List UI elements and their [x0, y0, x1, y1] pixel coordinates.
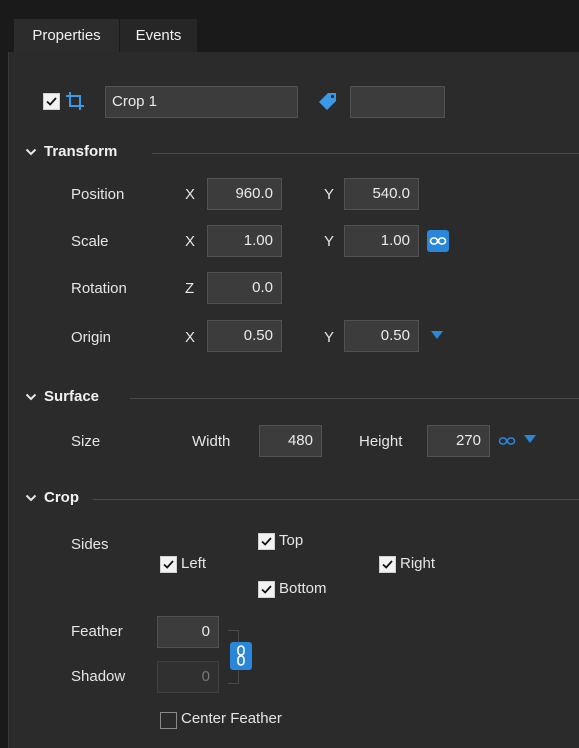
crop-left-label: Left — [181, 555, 207, 572]
tab-properties[interactable]: Properties — [14, 19, 119, 52]
scale-label: Scale — [71, 233, 109, 250]
position-x-input[interactable]: 960.0 — [207, 178, 282, 210]
surface-section-header[interactable]: Surface — [9, 388, 579, 408]
chevron-down-icon — [25, 494, 37, 502]
crop-right-label: Right — [400, 555, 436, 572]
origin-y-input[interactable]: 0.50 — [344, 320, 419, 352]
position-label: Position — [71, 186, 125, 203]
scale-x-input[interactable]: 1.00 — [207, 225, 282, 257]
chevron-down-icon — [25, 148, 37, 156]
height-input[interactable]: 270 — [427, 425, 490, 457]
sides-label: Sides — [71, 536, 109, 553]
surface-title: Surface — [44, 388, 100, 405]
tag-icon[interactable] — [317, 90, 339, 112]
position-y-input[interactable]: 540.0 — [344, 178, 419, 210]
scale-y-input[interactable]: 1.00 — [344, 225, 419, 257]
crop-top-checkbox[interactable] — [258, 533, 275, 550]
crop-section-header[interactable]: Crop — [9, 489, 579, 509]
origin-label: Origin — [71, 329, 112, 346]
origin-dropdown-icon[interactable] — [430, 330, 444, 340]
width-input[interactable]: 480 — [259, 425, 322, 457]
tab-events[interactable]: Events — [120, 19, 197, 52]
link-icon — [429, 237, 447, 245]
height-label: Height — [359, 433, 403, 450]
origin-x-axis: X — [185, 329, 196, 346]
origin-y-axis: Y — [324, 329, 335, 346]
size-dropdown-icon[interactable] — [523, 434, 537, 444]
scale-link-button[interactable] — [427, 230, 449, 252]
feather-shadow-link-button[interactable] — [230, 642, 252, 670]
divider — [130, 398, 579, 399]
scale-x-axis: X — [185, 233, 196, 250]
center-feather-checkbox[interactable] — [160, 712, 177, 729]
feather-input[interactable]: 0 — [157, 616, 219, 648]
rotation-z-input[interactable]: 0.0 — [207, 272, 282, 304]
rotation-label: Rotation — [71, 280, 127, 297]
shadow-label: Shadow — [71, 668, 126, 685]
width-label: Width — [192, 433, 231, 450]
aspect-link-icon[interactable] — [496, 430, 518, 452]
divider — [152, 153, 579, 154]
crop-bottom-checkbox[interactable] — [258, 581, 275, 598]
chevron-down-icon — [25, 393, 37, 401]
tab-bar: Properties Events — [0, 0, 579, 52]
position-y-axis: Y — [324, 186, 335, 203]
size-label: Size — [71, 433, 101, 450]
shadow-input[interactable]: 0 — [157, 661, 219, 693]
layer-name-input[interactable]: Crop 1 — [105, 86, 298, 118]
tag-input[interactable] — [350, 86, 445, 118]
transform-section-header[interactable]: Transform — [9, 143, 579, 163]
rotation-z-axis: Z — [185, 280, 195, 297]
scale-y-axis: Y — [324, 233, 335, 250]
divider — [93, 499, 579, 500]
crop-bottom-label: Bottom — [279, 580, 327, 597]
crop-title: Crop — [44, 489, 79, 506]
crop-top-label: Top — [279, 532, 304, 549]
enabled-checkbox[interactable] — [43, 93, 60, 110]
crop-left-checkbox[interactable] — [160, 556, 177, 573]
chain-link-icon — [237, 645, 245, 666]
feather-label: Feather — [71, 623, 123, 640]
position-x-axis: X — [185, 186, 196, 203]
properties-panel: Crop 1 Transform Position X 960.0 Y 540.… — [8, 52, 579, 748]
origin-x-input[interactable]: 0.50 — [207, 320, 282, 352]
crop-icon — [66, 92, 84, 110]
transform-title: Transform — [44, 143, 118, 160]
crop-right-checkbox[interactable] — [379, 556, 396, 573]
center-feather-label: Center Feather — [181, 710, 282, 727]
